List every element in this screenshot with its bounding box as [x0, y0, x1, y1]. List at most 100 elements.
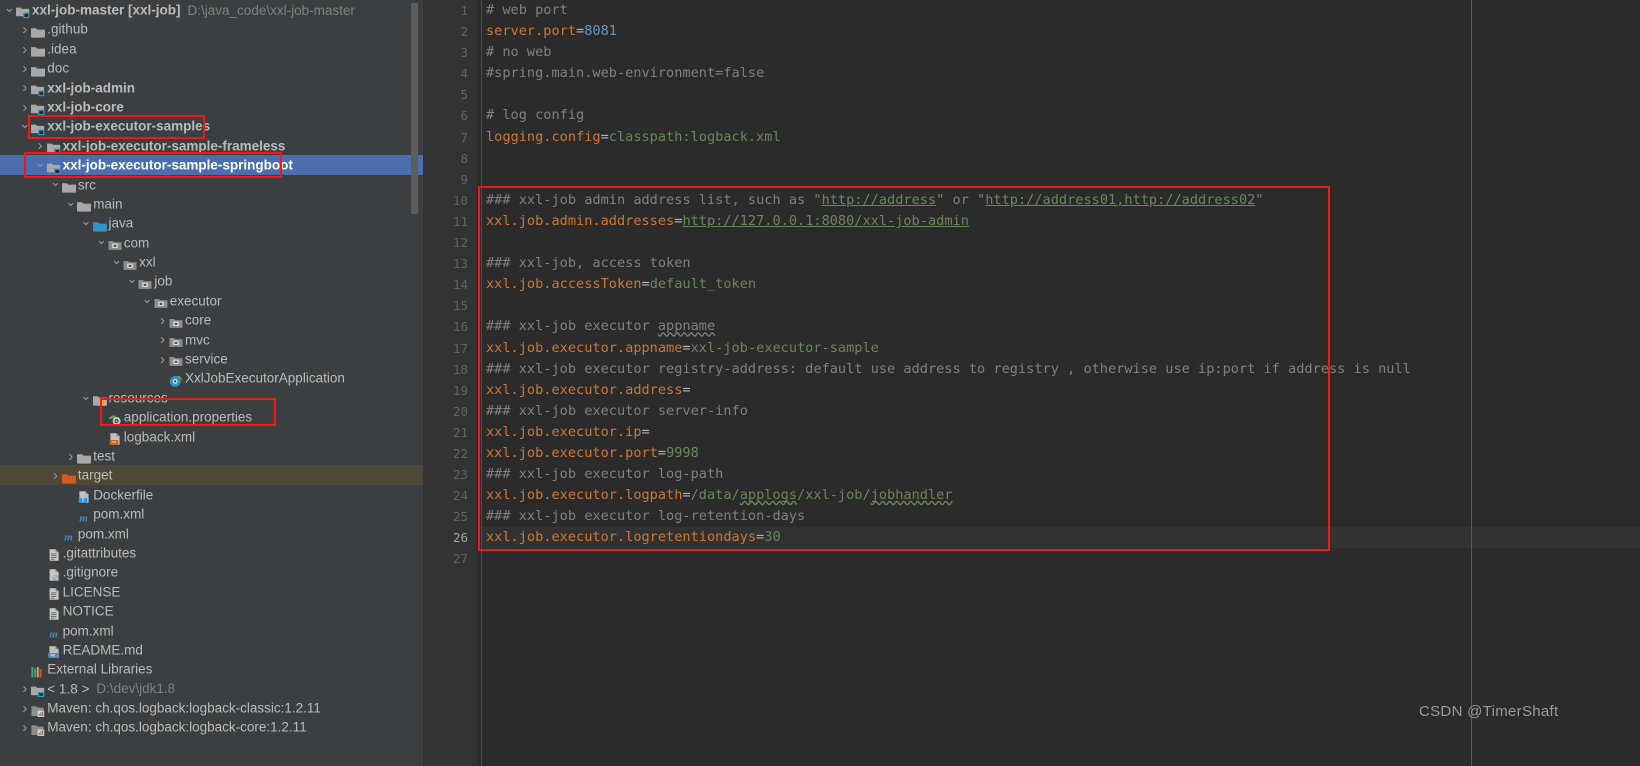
code-line[interactable]: ### xxl-job executor appname	[482, 316, 1640, 337]
code-line[interactable]: xxl.job.accessToken=default_token	[482, 274, 1640, 295]
code-line[interactable]: ### xxl-job, access token	[482, 253, 1640, 274]
tree-item-xxl[interactable]: ⌄ xxl	[0, 252, 425, 271]
tree-item-pom-xml[interactable]: m pom.xml	[0, 621, 425, 640]
code-line[interactable]: ### xxl-job executor server-info	[482, 401, 1640, 422]
tree-item-main[interactable]: ⌄ main	[0, 194, 425, 213]
chevron-down-icon[interactable]: ⌄	[142, 289, 153, 308]
tree-item-maven-ch-qos-logback-logback-core-1-2-11[interactable]: › Maven: ch.qos.logback:logback-core:1.2.…	[0, 717, 425, 736]
chevron-right-icon[interactable]: ›	[19, 78, 30, 97]
tree-item-notice[interactable]: NOTICE	[0, 601, 425, 620]
chevron-right-icon[interactable]: ›	[157, 350, 168, 369]
chevron-right-icon[interactable]: ›	[19, 59, 30, 78]
chevron-right-icon[interactable]: ›	[65, 447, 76, 466]
chevron-right-icon[interactable]: ›	[157, 311, 168, 330]
code-line[interactable]: xxl.job.executor.port=9998	[482, 443, 1640, 464]
code-line[interactable]	[482, 548, 1640, 569]
code-line[interactable]: ### xxl-job executor log-retention-days	[482, 506, 1640, 527]
line-number: 25	[452, 509, 468, 525]
tree-item-maven-ch-qos-logback-logback-classic-1-2-11[interactable]: › Maven: ch.qos.logback:logback-classic:1…	[0, 698, 425, 717]
code-line[interactable]: xxl.job.executor.logpath=/data/applogs/x…	[482, 485, 1640, 506]
chevron-down-icon[interactable]: ⌄	[19, 114, 30, 133]
code-line[interactable]	[482, 232, 1640, 253]
code-line[interactable]: xxl.job.executor.appname=xxl-job-executo…	[482, 338, 1640, 359]
tree-item-xxl-job-master-xxl-job[interactable]: ⌄ xxl-job-master [xxl-job] D:\java_code\xx…	[0, 0, 425, 19]
chevron-right-icon[interactable]: ›	[19, 40, 30, 59]
tree-item-core[interactable]: › core	[0, 310, 425, 329]
chevron-down-icon[interactable]: ⌄	[126, 269, 137, 288]
chevron-down-icon[interactable]: ⌄	[65, 192, 76, 211]
tree-item-src[interactable]: ⌄ src	[0, 172, 425, 194]
code-line[interactable]: ### xxl-job executor registry-address: d…	[482, 359, 1640, 380]
tree-item-gitattributes[interactable]: .gitattributes	[0, 543, 425, 562]
tree-item-gitignore[interactable]: .gitignore	[0, 562, 425, 581]
code-line[interactable]: logging.config=classpath:logback.xml	[482, 127, 1640, 148]
tree-item-executor[interactable]: ⌄ executor	[0, 291, 425, 310]
chevron-right-icon[interactable]: ›	[19, 718, 30, 737]
code-line[interactable]	[482, 148, 1640, 169]
tree-item-doc[interactable]: › doc	[0, 58, 425, 77]
tree-item-readme-md[interactable]: MD README.md	[0, 640, 425, 659]
chevron-down-icon[interactable]: ⌄	[111, 250, 122, 269]
code-content[interactable]: # web port server.port=8081 # no web #sprin…	[482, 0, 1640, 766]
tree-item-pom-xml[interactable]: m pom.xml	[0, 524, 425, 543]
code-line[interactable]: xxl.job.executor.ip=	[482, 422, 1640, 443]
tree-item-idea[interactable]: › .idea	[0, 39, 425, 58]
code-line[interactable]: xxl.job.executor.logretentiondays=30	[482, 527, 1640, 549]
tree-item-external-libraries[interactable]: External Libraries	[0, 659, 425, 678]
chevron-down-icon[interactable]: ⌄	[81, 211, 92, 230]
code-line[interactable]: ### xxl-job executor log-path	[482, 464, 1640, 485]
project-tree-panel[interactable]: ⌄ xxl-job-master [xxl-job] D:\java_code\xx…	[0, 0, 425, 766]
line-number: 27	[452, 551, 468, 567]
code-line[interactable]: xxl.job.executor.address=	[482, 380, 1640, 401]
chevron-down-icon[interactable]: ⌄	[96, 230, 107, 249]
tree-item-xxl-job-admin[interactable]: › xxl-job-admin	[0, 78, 425, 97]
tree-item-target[interactable]: › target	[0, 465, 425, 485]
tree-item-xxljobexecutorapplication[interactable]: XxlJobExecutorApplication	[0, 368, 425, 387]
project-tree-rows[interactable]: ⌄ xxl-job-master [xxl-job] D:\java_code\xx…	[0, 0, 425, 737]
tree-item-com[interactable]: ⌄ com	[0, 230, 425, 252]
chevron-right-icon[interactable]: ›	[50, 466, 61, 485]
line-number: 20	[452, 403, 468, 419]
chevron-right-icon[interactable]: ›	[19, 699, 30, 718]
chevron-down-icon[interactable]: ⌄	[4, 0, 15, 17]
tree-item-xxl-job-core[interactable]: › xxl-job-core	[0, 97, 425, 116]
code-line[interactable]: server.port=8081	[482, 21, 1640, 42]
tree-item-license[interactable]: LICENSE	[0, 582, 425, 601]
tree-item-xxl-job-executor-samples[interactable]: ⌄ xxl-job-executor-samples	[0, 116, 425, 135]
tree-item-service[interactable]: › service	[0, 349, 425, 368]
code-line[interactable]: xxl.job.admin.addresses=http://127.0.0.1…	[482, 211, 1640, 232]
code-line[interactable]	[482, 295, 1640, 316]
chevron-down-icon[interactable]: ⌄	[35, 153, 46, 172]
tree-item-github[interactable]: › .github	[0, 19, 425, 38]
chevron-right-icon[interactable]: ›	[19, 20, 30, 39]
chevron-down-icon[interactable]: ⌄	[81, 386, 92, 405]
tree-item-mvc[interactable]: › mvc	[0, 330, 425, 349]
chevron-down-icon[interactable]: ⌄	[50, 172, 61, 191]
tree-item-label: xxl-job-executor-samples	[47, 119, 211, 135]
chevron-right-icon[interactable]: ›	[157, 330, 168, 349]
code-line[interactable]: #spring.main.web-environment=false	[482, 63, 1640, 84]
tree-item-java[interactable]: ⌄ java	[0, 213, 425, 232]
chevron-right-icon[interactable]: ›	[19, 679, 30, 698]
code-line[interactable]: # log config	[482, 105, 1640, 126]
tree-item-logback-xml[interactable]: <> logback.xml	[0, 427, 425, 446]
project-tree-scrollbar[interactable]	[411, 3, 418, 214]
tree-item-test[interactable]: › test	[0, 446, 425, 465]
tree-item-1-8[interactable]: › < 1.8 > D:\dev\jdk1.8	[0, 679, 425, 698]
tree-item-resources[interactable]: ⌄ resources	[0, 388, 425, 407]
tree-item-dockerfile[interactable]: D Dockerfile	[0, 485, 425, 504]
tree-item-xxl-job-executor-sample-frameless[interactable]: › xxl-job-executor-sample-frameless	[0, 136, 425, 155]
code-line[interactable]: # no web	[482, 42, 1640, 63]
tree-item-job[interactable]: ⌄ job	[0, 271, 425, 290]
tree-item-xxl-job-executor-sample-springboot[interactable]: ⌄ xxl-job-executor-sample-springboot	[0, 153, 425, 175]
code-editor[interactable]: 1 2 3 4 5 6 7 8 9 10 11 12 13 14 15 16 17 18 19 20 21 22 23 24 2…	[425, 0, 1640, 766]
tree-item-application-properties[interactable]: application.properties	[0, 407, 425, 426]
code-line[interactable]	[482, 84, 1640, 105]
code-line[interactable]: ### xxl-job admin address list, such as …	[482, 190, 1640, 211]
code-line[interactable]	[482, 169, 1640, 190]
code-line[interactable]: # web port	[482, 0, 1640, 21]
tree-item-pom-xml[interactable]: m pom.xml	[0, 504, 425, 524]
